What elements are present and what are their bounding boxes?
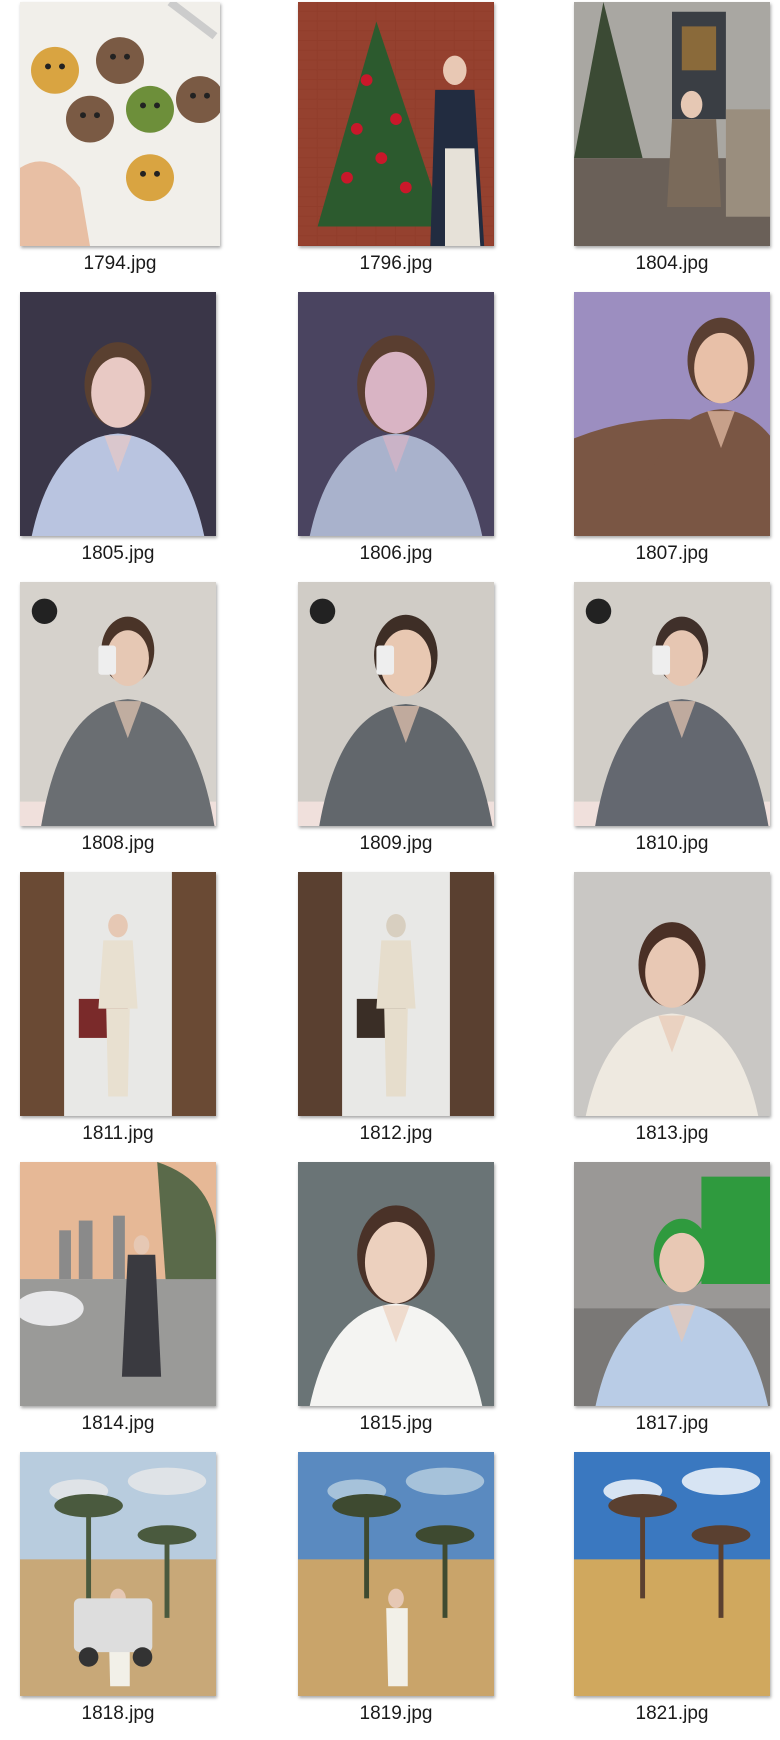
file-thumbnail[interactable] <box>298 1162 494 1406</box>
file-name-label: 1796.jpg <box>359 253 433 274</box>
file-item[interactable]: 1808.jpg <box>0 580 260 870</box>
file-name-label: 1811.jpg <box>82 1123 154 1144</box>
file-thumbnail[interactable] <box>298 292 494 536</box>
file-name-label: 1813.jpg <box>635 1123 709 1144</box>
file-item[interactable]: 1815.jpg <box>297 1160 557 1450</box>
file-thumbnail[interactable] <box>574 1452 770 1696</box>
file-thumbnail[interactable] <box>574 2 770 246</box>
file-name-label: 1814.jpg <box>81 1413 155 1434</box>
file-name-label: 1817.jpg <box>635 1413 709 1434</box>
file-name-label: 1810.jpg <box>635 833 709 854</box>
file-item[interactable]: 1794.jpg <box>0 0 260 290</box>
file-item[interactable]: 1805.jpg <box>0 290 260 580</box>
file-thumbnail[interactable] <box>20 872 216 1116</box>
file-item[interactable]: 1804.jpg <box>554 0 780 290</box>
file-thumbnail[interactable] <box>20 292 216 536</box>
file-thumbnail[interactable] <box>574 872 770 1116</box>
file-thumbnail[interactable] <box>298 2 494 246</box>
file-item[interactable]: 1809.jpg <box>297 580 557 870</box>
file-name-label: 1815.jpg <box>359 1413 433 1434</box>
file-thumbnail[interactable] <box>20 1452 216 1696</box>
file-name-label: 1821.jpg <box>635 1703 709 1724</box>
file-thumbnail[interactable] <box>298 582 494 826</box>
file-item[interactable]: 1814.jpg <box>0 1160 260 1450</box>
file-name-label: 1809.jpg <box>359 833 433 854</box>
file-thumbnail[interactable] <box>574 292 770 536</box>
file-thumbnail[interactable] <box>20 1162 216 1406</box>
file-thumbnail[interactable] <box>20 582 216 826</box>
file-thumbnail[interactable] <box>298 872 494 1116</box>
file-thumbnail-grid: 1794.jpg 1796.jpg 1804.jpg 1805.jpg 1806… <box>0 0 780 1724</box>
file-thumbnail[interactable] <box>20 2 220 246</box>
file-thumbnail[interactable] <box>574 582 770 826</box>
file-name-label: 1812.jpg <box>359 1123 433 1144</box>
file-item[interactable]: 1819.jpg <box>297 1450 557 1740</box>
file-item[interactable]: 1807.jpg <box>554 290 780 580</box>
file-name-label: 1805.jpg <box>81 543 155 564</box>
file-item[interactable]: 1817.jpg <box>554 1160 780 1450</box>
file-name-label: 1804.jpg <box>635 253 709 274</box>
file-name-label: 1818.jpg <box>81 1703 155 1724</box>
file-name-label: 1819.jpg <box>359 1703 433 1724</box>
file-item[interactable]: 1806.jpg <box>297 290 557 580</box>
file-thumbnail[interactable] <box>574 1162 770 1406</box>
file-item[interactable]: 1811.jpg <box>0 870 260 1160</box>
file-item[interactable]: 1812.jpg <box>297 870 557 1160</box>
file-name-label: 1808.jpg <box>81 833 155 854</box>
file-thumbnail[interactable] <box>298 1452 494 1696</box>
file-item[interactable]: 1821.jpg <box>554 1450 780 1740</box>
file-name-label: 1806.jpg <box>359 543 433 564</box>
file-item[interactable]: 1813.jpg <box>554 870 780 1160</box>
file-item[interactable]: 1818.jpg <box>0 1450 260 1740</box>
file-item[interactable]: 1810.jpg <box>554 580 780 870</box>
file-item[interactable]: 1796.jpg <box>297 0 557 290</box>
file-name-label: 1794.jpg <box>83 253 157 274</box>
file-name-label: 1807.jpg <box>635 543 709 564</box>
